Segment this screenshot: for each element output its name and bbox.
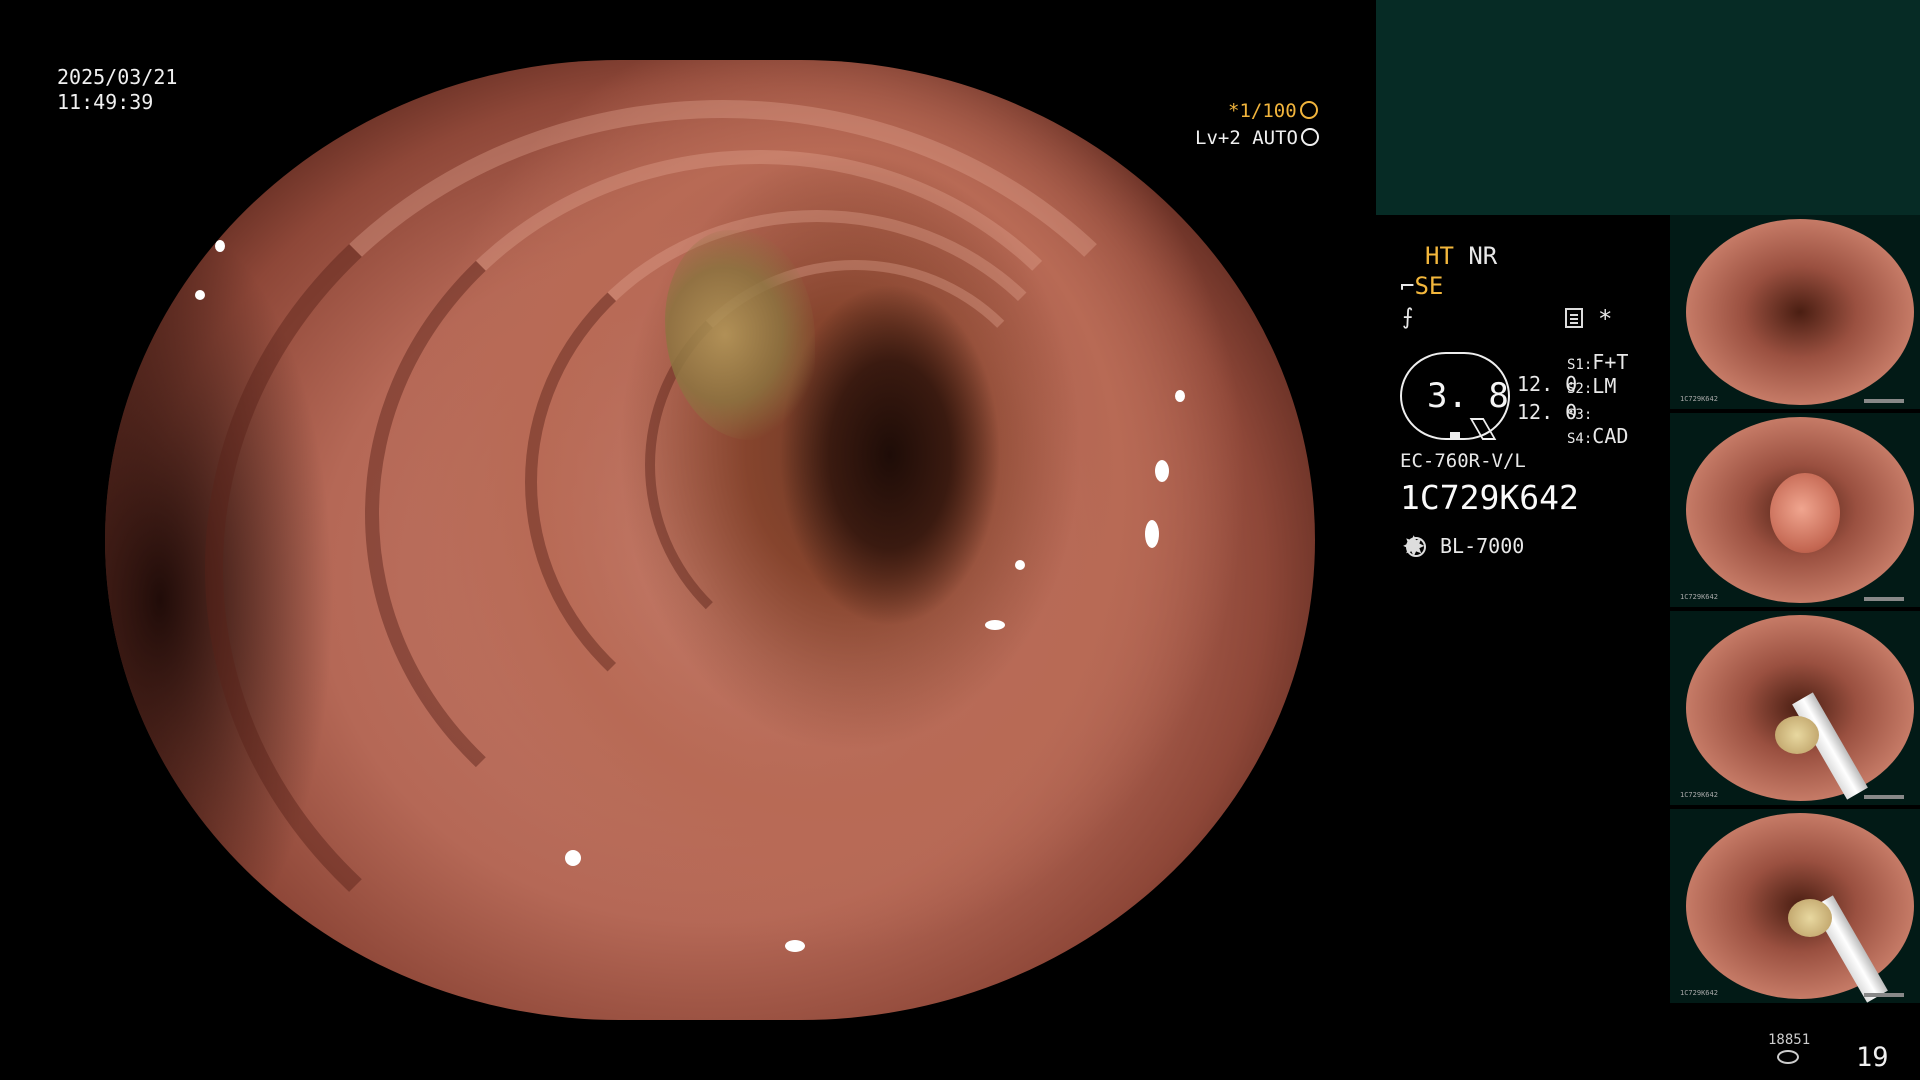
scope-serial: 1C729K642 (1400, 478, 1579, 517)
capture-thumbnail[interactable]: 1C729K642 (1670, 413, 1920, 607)
light-reflection (215, 240, 225, 252)
shutter-speed: *1/100 (1228, 100, 1318, 122)
date-text: 2025/03/21 (57, 65, 178, 89)
thumbnail-caption: 1C729K642 (1680, 989, 1718, 997)
switch-s4: S4:CAD (1567, 424, 1628, 448)
mode-ht: HT (1425, 242, 1454, 270)
mode-nr: NR (1468, 242, 1498, 270)
probe-icon: ⌐ (1400, 272, 1415, 300)
light-reflection (565, 850, 581, 866)
s1-value: F+T (1592, 350, 1629, 374)
gauge-bar-icon (1450, 432, 1460, 438)
capture-thumbnail[interactable]: 1C729K642 (1670, 809, 1920, 1003)
document-icon (1565, 308, 1583, 328)
light-reflection (985, 620, 1005, 630)
image-count: 19 (1856, 1042, 1889, 1073)
switch-s3: S3: (1567, 400, 1592, 424)
thumbnail-caption: 1C729K642 (1680, 395, 1718, 403)
thumbnail-bar (1864, 993, 1904, 997)
star-icon: * (1598, 305, 1613, 333)
resected-polyp (1788, 899, 1832, 937)
exposure-level: Lv+2 AUTO (1195, 127, 1319, 149)
mode-indicators: HT NR (1425, 242, 1497, 270)
light-reflection (785, 940, 805, 952)
endoscope-view (105, 60, 1315, 1020)
se-label: SE (1414, 272, 1444, 300)
thumbnail-caption: 1C729K642 (1680, 791, 1718, 799)
se-indicator: ⌐SE (1400, 272, 1443, 300)
gauge-value: 3. 8 (1427, 376, 1509, 416)
s1-label: S1: (1567, 357, 1593, 373)
s4-value: CAD (1592, 424, 1629, 448)
light-reflection (1175, 390, 1185, 402)
thumbnail-image (1686, 219, 1914, 405)
thumbnail-bar (1864, 399, 1904, 403)
shutter-text: *1/100 (1228, 100, 1297, 122)
auto-icon (1300, 128, 1319, 146)
storage-count: 18851 (1768, 1032, 1811, 1048)
thumbnail-caption: 1C729K642 (1680, 593, 1718, 601)
time-text: 11:49:39 (57, 90, 154, 114)
level-text: Lv+2 AUTO (1195, 127, 1298, 149)
shutter-icon (1299, 101, 1318, 119)
thumbnail-bar (1864, 795, 1904, 799)
light-source: BL-7000 (1440, 534, 1525, 558)
light-reflection (1145, 520, 1159, 548)
light-reflection (195, 290, 205, 300)
light-source-icon (1402, 530, 1426, 563)
top-info-panel (1376, 0, 1920, 215)
capture-thumbnail[interactable]: 1C729K642 (1670, 611, 1920, 805)
s4-label: S4: (1567, 431, 1593, 447)
switch-s1: S1:F+T (1567, 350, 1628, 374)
scope-model: EC-760R-V/L (1400, 450, 1526, 472)
wave-icon: ⨍ (1402, 305, 1414, 330)
switch-s2: S2:LM (1567, 374, 1616, 398)
thumbnail-bar (1864, 597, 1904, 601)
s3-label: S3: (1567, 407, 1593, 423)
light-reflection (1015, 560, 1025, 570)
s2-label: S2: (1567, 381, 1593, 397)
datetime: 2025/03/21 11:49:39 (57, 65, 177, 115)
light-reflection (1155, 460, 1169, 482)
s2-value: LM (1592, 374, 1617, 398)
resected-polyp (1775, 716, 1819, 754)
storage-icon (1777, 1050, 1799, 1064)
polyp (1770, 473, 1840, 553)
capture-thumbnail[interactable]: 1C729K642 (1670, 215, 1920, 409)
